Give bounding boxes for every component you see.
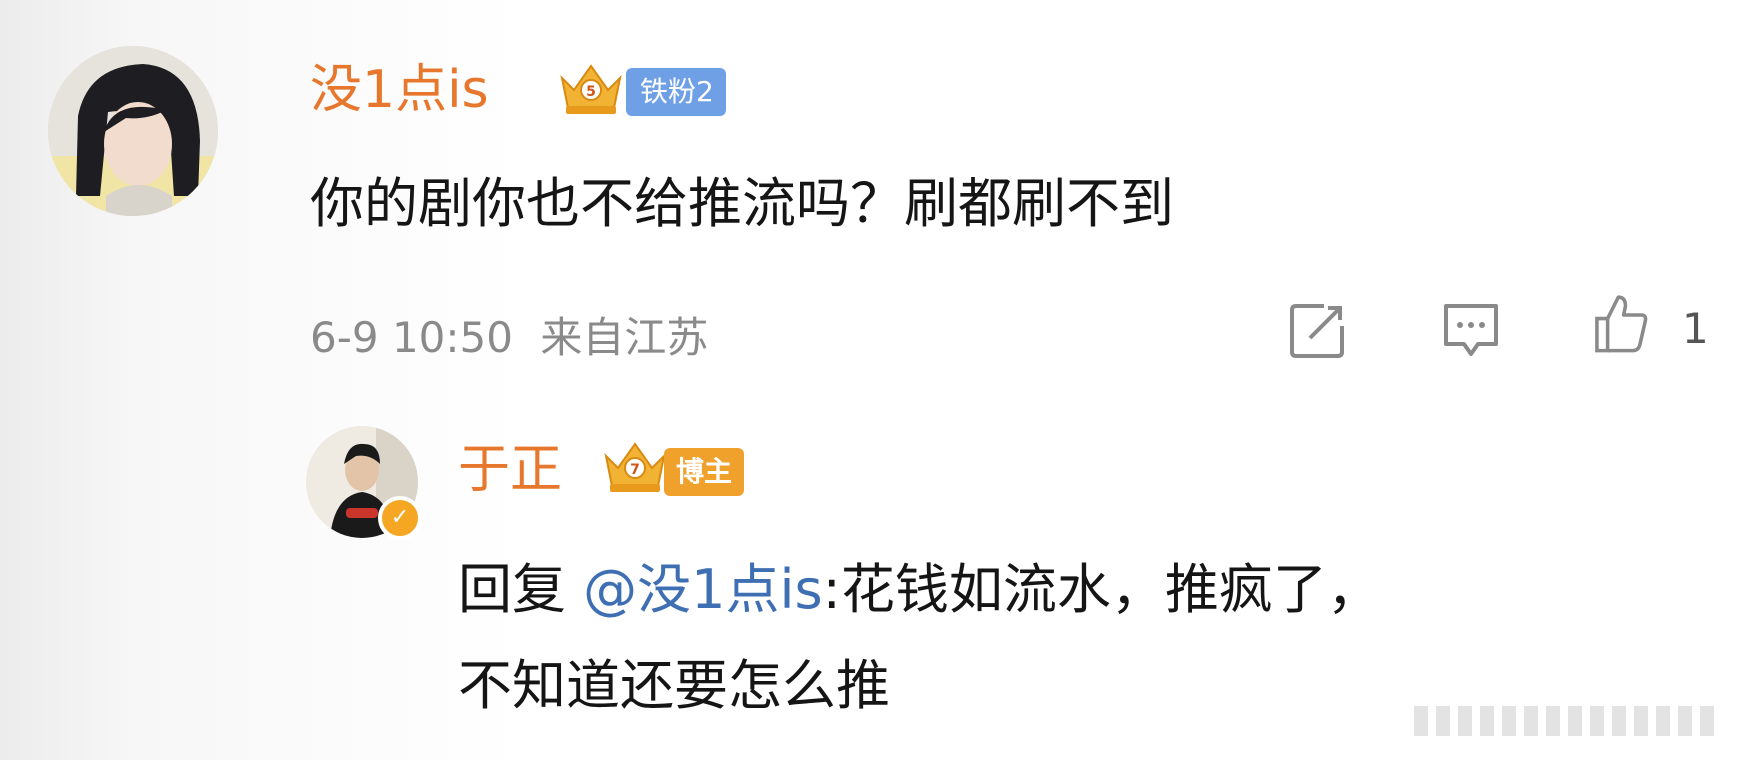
comment-icon[interactable] [1438,298,1504,364]
like-count: 1 [1682,304,1709,353]
replier-username[interactable]: 于正 [458,444,562,496]
share-icon[interactable] [1284,298,1350,364]
reply-text-line1: :花钱如流水，推疯了， [822,558,1381,621]
crown-icon: 7 [604,442,666,492]
thumbs-up-icon[interactable] [1588,290,1654,356]
comment-location: 来自江苏 [540,313,709,362]
reply-text-line2: 不知道还要怎么推 [458,654,890,717]
commenter-avatar[interactable] [48,46,218,216]
mention-link[interactable]: @没1点is [583,558,823,621]
crown-level: 7 [630,462,640,478]
blogger-badge: 博主 [664,448,745,496]
commenter-username[interactable]: 没1点is [310,64,489,116]
comment-text: 你的剧你也不给推流吗？刷都刷不到 [310,172,1174,235]
crown-icon: 5 [560,64,622,114]
watermark-icon [1414,706,1714,736]
crown-level: 5 [586,84,596,100]
comment-meta: 6-9 10:50 来自江苏 [310,304,708,365]
reply-prefix: 回复 [458,558,566,621]
verified-badge-icon: ✓ [378,496,422,540]
fan-badge: 铁粉2 [626,68,726,116]
comment-timestamp: 6-9 10:50 [310,313,513,362]
